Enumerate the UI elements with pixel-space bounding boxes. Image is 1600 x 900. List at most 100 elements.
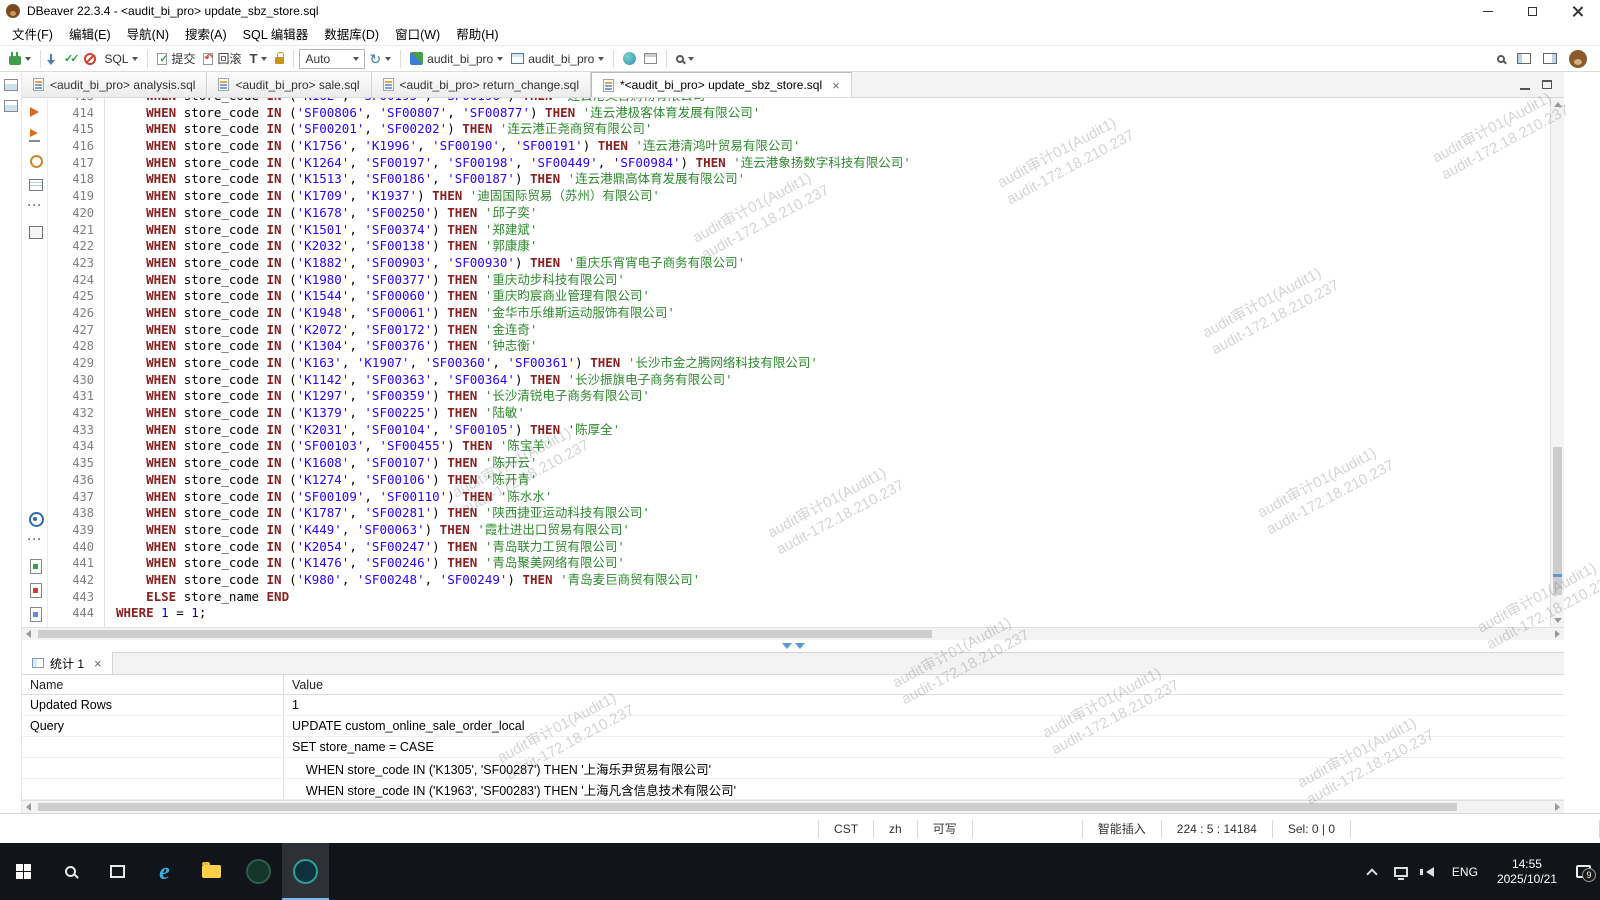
more-actions-icon[interactable] xyxy=(27,201,43,215)
save-doc-button[interactable] xyxy=(27,607,43,621)
tab-close-icon[interactable]: × xyxy=(94,657,102,670)
new-connection-button[interactable] xyxy=(5,49,35,68)
minimize-panel-icon[interactable] xyxy=(1520,88,1530,90)
transaction-mode-dropdown[interactable]: T xyxy=(245,48,271,69)
code-line[interactable]: 426 WHEN store_code IN ('K1948', 'SF0006… xyxy=(48,305,1550,322)
restore-navigator-icon[interactable] xyxy=(4,79,18,91)
code-line[interactable]: 444WHERE 1 = 1; xyxy=(48,605,1550,622)
code-line[interactable]: 440 WHEN store_code IN ('K2054', 'SF0024… xyxy=(48,539,1550,556)
results-horizontal-scrollbar[interactable] xyxy=(22,800,1564,813)
code-line[interactable]: 443 ELSE store_name END xyxy=(48,589,1550,606)
start-button[interactable] xyxy=(0,843,47,900)
scroll-left-icon[interactable] xyxy=(22,801,35,813)
code-line[interactable]: 427 WHEN store_code IN ('K2072', 'SF0017… xyxy=(48,322,1550,339)
dbeaver-logo-icon[interactable] xyxy=(1569,50,1587,68)
menu-item[interactable]: SQL 编辑器 xyxy=(235,21,317,46)
toolbar-search-dropdown[interactable] xyxy=(672,52,698,66)
code-line[interactable]: 425 WHEN store_code IN ('K1544', 'SF0006… xyxy=(48,288,1550,305)
navigator-button[interactable] xyxy=(619,49,640,68)
code-line[interactable]: 433 WHEN store_code IN ('K2031', 'SF0010… xyxy=(48,422,1550,439)
code-line[interactable]: 413 WHEN store_code IN ('K162', 'SF00195… xyxy=(48,98,1550,105)
layout-left-icon[interactable] xyxy=(1517,53,1531,64)
execute-script-button[interactable] xyxy=(27,129,43,143)
minimize-button[interactable] xyxy=(1465,0,1510,22)
vertical-scroll-thumb[interactable] xyxy=(1553,447,1562,595)
ie-button[interactable]: e xyxy=(141,843,188,900)
tab-close-icon[interactable]: × xyxy=(832,79,840,92)
code-line[interactable]: 439 WHEN store_code IN ('K449', 'SF00063… xyxy=(48,522,1550,539)
editor-tab[interactable]: <audit_bi_pro> analysis.sql xyxy=(22,72,207,97)
code-line[interactable]: 437 WHEN store_code IN ('SF00109', 'SF00… xyxy=(48,489,1550,506)
stats-row[interactable]: WHEN store_code IN ('K1305', 'SF00287') … xyxy=(22,758,1564,779)
tray-expand-button[interactable] xyxy=(1359,843,1385,900)
maximize-panel-icon[interactable] xyxy=(1542,80,1552,89)
stats-row[interactable]: WHEN store_code IN ('K1963', 'SF00283') … xyxy=(22,779,1564,800)
scroll-down-icon[interactable] xyxy=(1551,614,1564,627)
code-line[interactable]: 428 WHEN store_code IN ('K1304', 'SF0037… xyxy=(48,338,1550,355)
collapse-down-icon[interactable] xyxy=(782,643,792,649)
menu-item[interactable]: 导航(N) xyxy=(119,21,177,46)
code-line[interactable]: 442 WHEN store_code IN ('K980', 'SF00248… xyxy=(48,572,1550,589)
task-view-button[interactable] xyxy=(94,843,141,900)
explain-plan-button[interactable] xyxy=(27,153,43,167)
column-header-value[interactable]: Value xyxy=(284,678,1564,692)
code-line[interactable]: 438 WHEN store_code IN ('K1787', 'SF0028… xyxy=(48,505,1550,522)
horizontal-scroll-thumb[interactable] xyxy=(38,803,1457,811)
code-line[interactable]: 430 WHEN store_code IN ('K1142', 'SF0036… xyxy=(48,372,1550,389)
scroll-right-icon[interactable] xyxy=(1551,628,1564,640)
code-line[interactable]: 431 WHEN store_code IN ('K1297', 'SF0035… xyxy=(48,388,1550,405)
layout-right-icon[interactable] xyxy=(1543,53,1557,64)
isolation-combo[interactable]: Auto xyxy=(299,49,365,69)
code-line[interactable]: 434 WHEN store_code IN ('SF00103', 'SF00… xyxy=(48,438,1550,455)
menu-item[interactable]: 数据库(D) xyxy=(316,21,387,46)
scroll-right-icon[interactable] xyxy=(1551,801,1564,813)
code-line[interactable]: 419 WHEN store_code IN ('K1709', 'K1937'… xyxy=(48,188,1550,205)
more-actions-icon[interactable] xyxy=(27,535,43,549)
scroll-up-icon[interactable] xyxy=(1551,98,1564,111)
menu-item[interactable]: 编辑(E) xyxy=(61,21,119,46)
editor-tab[interactable]: <audit_bi_pro> sale.sql xyxy=(207,72,371,97)
editor-vertical-scrollbar[interactable] xyxy=(1550,98,1564,627)
stats-row[interactable]: SET store_name = CASE xyxy=(22,737,1564,758)
board-button[interactable] xyxy=(640,50,661,67)
export-doc-button[interactable] xyxy=(27,559,43,573)
refresh-dropdown[interactable]: ↻ xyxy=(365,49,395,69)
quick-search-icon[interactable] xyxy=(1497,55,1505,63)
column-header-name[interactable]: Name xyxy=(22,675,284,694)
code-line[interactable]: 422 WHEN store_code IN ('K2032', 'SF0013… xyxy=(48,238,1550,255)
language-button[interactable]: ENG xyxy=(1443,843,1487,900)
code-line[interactable]: 421 WHEN store_code IN ('K1501', 'SF0037… xyxy=(48,222,1550,239)
code-line[interactable]: 435 WHEN store_code IN ('K1608', 'SF0010… xyxy=(48,455,1550,472)
close-button[interactable] xyxy=(1555,0,1600,22)
pinned-app-1-button[interactable] xyxy=(235,843,282,900)
clock-button[interactable]: 14:55 2025/10/21 xyxy=(1487,843,1567,900)
connection-selector[interactable]: audit_bi_pro xyxy=(406,49,507,69)
code-line[interactable]: 414 WHEN store_code IN ('SF00806', 'SF00… xyxy=(48,105,1550,122)
notification-center-button[interactable]: 9 xyxy=(1567,843,1600,900)
code-line[interactable]: 441 WHEN store_code IN ('K1476', 'SF0024… xyxy=(48,555,1550,572)
cancel-button[interactable] xyxy=(80,50,100,68)
code-line[interactable]: 423 WHEN store_code IN ('K1882', 'SF0090… xyxy=(48,255,1550,272)
menu-item[interactable]: 搜索(A) xyxy=(177,21,235,46)
result-grid-button[interactable] xyxy=(27,177,43,191)
menu-item[interactable]: 帮助(H) xyxy=(448,21,506,46)
fetch-button[interactable] xyxy=(46,55,60,63)
volume-button[interactable] xyxy=(1417,843,1443,900)
menu-item[interactable]: 文件(F) xyxy=(4,21,61,46)
network-button[interactable] xyxy=(1385,843,1417,900)
stats-row[interactable]: Updated Rows1 xyxy=(22,695,1564,716)
commit-button[interactable]: 提交 xyxy=(153,47,199,70)
panel-sash[interactable] xyxy=(22,640,1564,652)
autocommit-lock-button[interactable] xyxy=(271,50,288,67)
sql-mode-dropdown[interactable]: SQL xyxy=(100,49,142,69)
code-line[interactable]: 418 WHEN store_code IN ('K1513', 'SF0018… xyxy=(48,171,1550,188)
code-line[interactable]: 415 WHEN store_code IN ('SF00201', 'SF00… xyxy=(48,121,1550,138)
code-line[interactable]: 429 WHEN store_code IN ('K163', 'K1907',… xyxy=(48,355,1550,372)
scroll-left-icon[interactable] xyxy=(22,628,35,640)
schema-selector[interactable]: audit_bi_pro xyxy=(507,49,608,69)
sync-button[interactable]: ✓✓ xyxy=(60,49,80,68)
restore-projects-icon[interactable] xyxy=(4,100,18,112)
code-line[interactable]: 432 WHEN store_code IN ('K1379', 'SF0022… xyxy=(48,405,1550,422)
editor-tab[interactable]: *<audit_bi_pro> update_sbz_store.sql× xyxy=(591,72,852,97)
editor-tab[interactable]: <audit_bi_pro> return_change.sql xyxy=(372,72,591,97)
